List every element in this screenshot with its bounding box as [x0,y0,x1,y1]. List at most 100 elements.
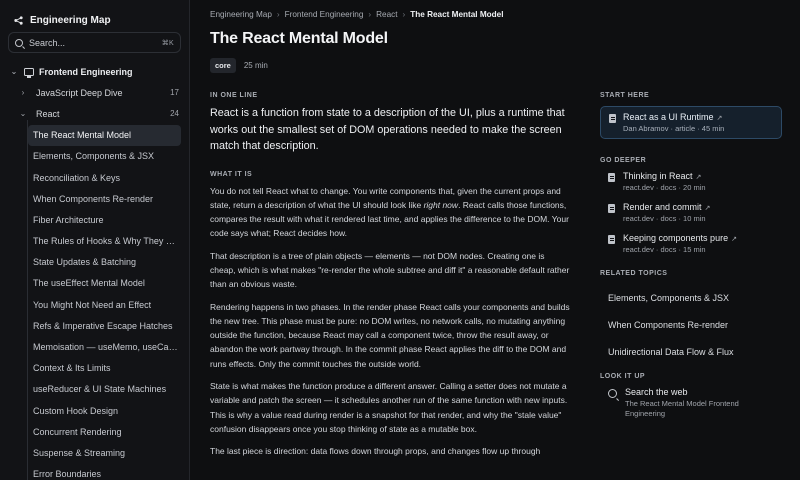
document-icon [609,114,616,123]
resource-meta: react.dev · docs · 20 min [623,183,706,192]
rail-heading-start: START HERE [600,92,650,99]
sidebar-item[interactable]: State Updates & Batching [0,252,189,273]
sidebar-group-react[interactable]: ⌄ React 24 [0,103,189,124]
page-title: The React Mental Model [210,30,388,47]
resource-link[interactable]: Render and commit ↗ react.dev · docs · 10… [600,202,782,223]
search-placeholder: Search... [29,37,66,48]
paragraph: Rendering happens in two phases. In the … [210,301,570,369]
sidebar-item-label: State Updates & Batching [33,257,137,268]
rail-heading-lookup: LOOK IT UP [600,373,646,380]
sidebar-item[interactable]: Refs & Imperative Escape Hatches [0,315,189,336]
breadcrumb-separator: › [402,10,406,19]
search-web-link[interactable]: Search the web The React Mental Model Fr… [600,387,782,419]
chevron-right-icon: › [21,88,25,98]
sidebar-group-javascript[interactable]: › JavaScript Deep Dive 17 [0,82,189,103]
chevron-down-icon: ⌄ [10,67,18,77]
sidebar-item[interactable]: Custom Hook Design [0,400,189,421]
resource-meta: react.dev · docs · 10 min [623,214,706,223]
breadcrumb-separator: › [368,10,372,19]
sidebar-item[interactable]: Context & Its Limits [0,358,189,379]
search-shortcut: ⌘K [161,39,174,47]
one-line-summary: React is a function from state to a desc… [210,107,565,152]
brand[interactable]: Engineering Map [0,0,189,30]
sidebar-item-label: Concurrent Rendering [33,426,122,437]
resource-link[interactable]: Keeping components pure ↗ react.dev · doc… [600,233,782,254]
breadcrumb: Engineering Map › Frontend Engineering ›… [210,10,504,19]
sidebar-item-label: Fiber Architecture [33,214,104,225]
sidebar-group-count: 24 [170,109,179,119]
sidebar-item-label: Custom Hook Design [33,405,119,416]
search-icon [608,389,617,398]
resource-title: Keeping components pure [623,233,729,243]
resource-link[interactable]: Thinking in React ↗ react.dev · docs · 20… [600,171,782,192]
sidebar-item[interactable]: The Rules of Hooks & Why They Ex... [0,231,189,252]
document-icon [608,204,615,213]
resource-title: Render and commit [623,202,702,212]
emphasis: right now [423,199,459,210]
start-here-card[interactable]: React as a UI Runtime ↗ Dan Abramov · art… [600,106,782,139]
breadcrumb-link[interactable]: Engineering Map [210,10,272,19]
sidebar-item[interactable]: Fiber Architecture [0,209,189,230]
sidebar-item[interactable]: Suspense & Streaming [0,442,189,463]
sidebar-section-label: Frontend Engineering [39,66,133,77]
sidebar-nav: ⌄ Frontend Engineering › JavaScript Deep… [0,61,189,480]
sidebar-item-label: The React Mental Model [33,130,132,141]
resource-title: Thinking in React [623,171,693,181]
monitor-icon [24,67,34,78]
resource-meta: react.dev · docs · 15 min [623,245,706,254]
sidebar-section-frontend[interactable]: ⌄ Frontend Engineering [0,61,189,82]
related-topic-link[interactable]: When Components Re-render [600,311,782,338]
sidebar-item[interactable]: Memoisation — useMemo, useCall... [0,336,189,357]
sidebar-item-label: Error Boundaries [33,469,102,480]
section-heading-what: WHAT IT IS [210,170,253,178]
breadcrumb-link[interactable]: React [376,10,397,19]
app-title: Engineering Map [30,14,111,26]
search-icon [15,38,23,47]
sidebar-item[interactable]: Elements, Components & JSX [0,146,189,167]
sidebar-item[interactable]: You Might Not Need an Effect [0,294,189,315]
search-web-query: The React Mental Model Frontend Engineer… [625,399,739,418]
sidebar-item[interactable]: When Components Re-render [0,188,189,209]
resources-rail: START HERE React as a UI Runtime ↗ Dan Ab… [600,92,782,419]
sidebar: Engineering Map Search... ⌘K ⌄ Frontend … [0,0,190,480]
paragraph: State is what makes the function produce… [210,381,568,434]
paragraph: That description is a tree of plain obje… [210,250,570,290]
chevron-down-icon: ⌄ [19,109,27,119]
sidebar-group-count: 17 [170,88,179,98]
sidebar-item-label: Suspense & Streaming [33,447,126,458]
sidebar-item-label: Memoisation — useMemo, useCall... [33,342,179,353]
page-meta: core 25 min [210,58,268,73]
external-link-icon: ↗ [731,236,737,243]
sidebar-group-label: JavaScript Deep Dive [36,87,123,98]
sidebar-item-active[interactable]: The React Mental Model [28,124,181,146]
breadcrumb-current: The React Mental Model [410,10,504,19]
external-link-icon: ↗ [695,174,702,181]
sidebar-item-label: Context & Its Limits [33,363,111,374]
sidebar-item-label: useReducer & UI State Machines [33,384,167,395]
document-icon [608,173,615,182]
resource-meta: Dan Abramov · article · 45 min [623,124,725,133]
rail-heading-related: RELATED TOPICS [600,270,668,277]
tag-badge: core [210,58,236,73]
sidebar-item[interactable]: Error Boundaries [0,464,189,480]
external-link-icon: ↗ [716,115,723,122]
paragraph: You do not tell React what to change. Yo… [210,184,570,241]
reading-time: 25 min [243,61,268,70]
sidebar-item[interactable]: Concurrent Rendering [0,421,189,442]
resource-title: React as a UI Runtime [623,112,714,122]
search-web-title: Search the web [625,387,688,397]
sidebar-item[interactable]: Reconciliation & Keys [0,167,189,188]
sidebar-item-label: Refs & Imperative Escape Hatches [33,320,173,331]
external-link-icon: ↗ [704,205,711,212]
related-topic-link[interactable]: Unidirectional Data Flow & Flux [600,338,782,365]
document-icon [608,235,615,244]
sidebar-item[interactable]: useReducer & UI State Machines [0,379,189,400]
section-heading-one-line: IN ONE LINE [210,92,258,99]
related-topic-link[interactable]: Elements, Components & JSX [600,284,782,311]
sidebar-item[interactable]: The useEffect Mental Model [0,273,189,294]
sidebar-item-label: Reconciliation & Keys [33,172,121,183]
sidebar-group-label: React [36,108,60,119]
breadcrumb-link[interactable]: Frontend Engineering [285,10,364,19]
article: IN ONE LINE React is a function from sta… [210,92,570,467]
search-input[interactable]: Search... ⌘K [8,32,181,53]
